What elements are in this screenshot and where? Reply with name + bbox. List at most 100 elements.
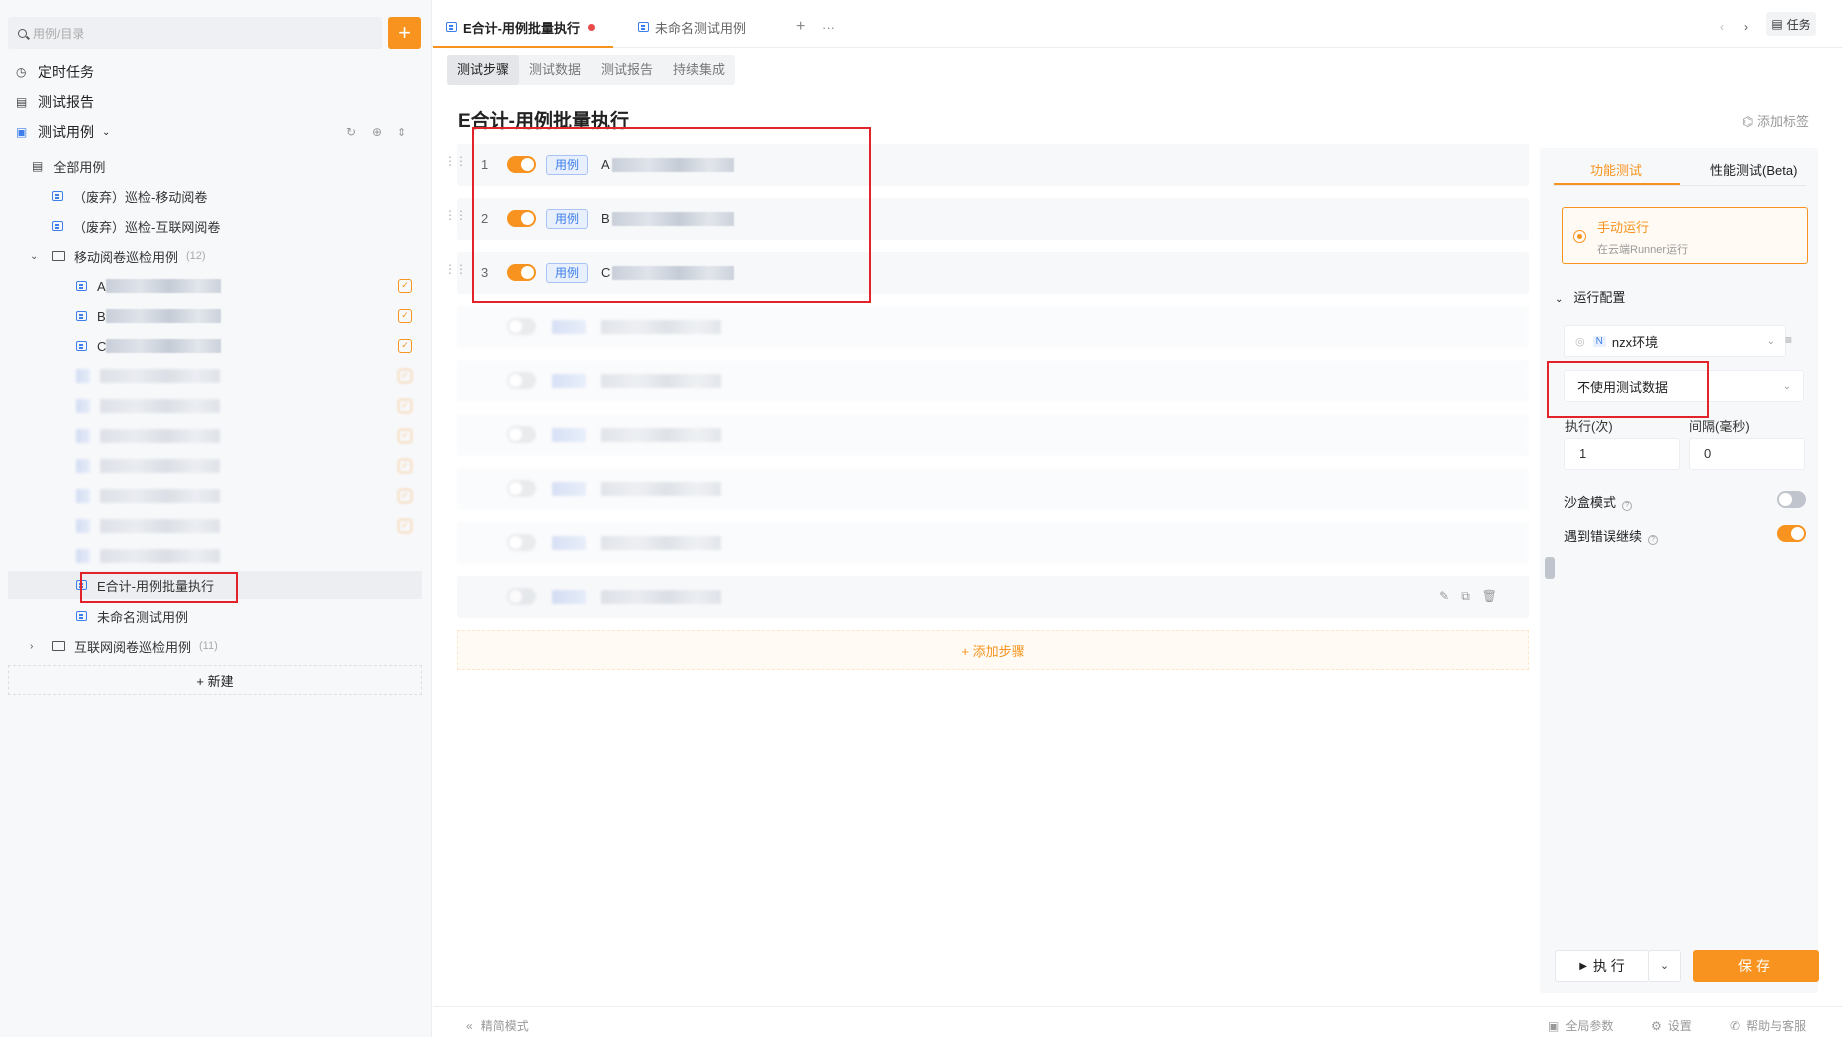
tab-label: E合计-用例批量执行 [463,20,581,36]
radio-selected[interactable] [1573,230,1586,243]
help-icon[interactable]: ? [1648,535,1659,545]
tree-item-a[interactable]: A ✓ [76,273,412,299]
edit-icon[interactable]: ✓ [398,429,412,443]
step-row-redacted[interactable] [457,306,1529,348]
tree-item-redacted[interactable]: ✓ [76,393,412,419]
tree-folder-web[interactable]: › 互联网阅卷巡检用例 (11) [30,633,218,659]
edit-icon[interactable]: ✓ [398,489,412,503]
row-actions: ✎⧉🗑 [1439,589,1509,604]
annotation-box [80,572,238,603]
continue-on-error-toggle[interactable] [1777,525,1806,542]
tree-label: A [97,278,106,294]
more-tabs-button[interactable]: ··· [822,14,835,40]
add-step-button[interactable]: + 添加步骤 [457,630,1529,670]
subtab-ci[interactable]: 持续集成 [663,55,735,85]
help-button[interactable]: ✆ 帮助与客服 [1730,1017,1806,1034]
tab-functional[interactable]: 功能测试 [1590,160,1642,179]
scroll-left-icon[interactable]: ‹ [1720,14,1724,40]
continue-on-error-row: 遇到错误继续? [1564,526,1659,545]
step-row-redacted[interactable]: ✎⧉🗑 [457,576,1529,618]
tree-item-redacted[interactable]: ✓ [76,423,412,449]
edit-icon[interactable]: ✓ [398,519,412,533]
delete-icon[interactable]: 🗑 [1482,589,1509,603]
simple-mode-button[interactable]: « 精简模式 [466,1017,529,1034]
tab-second[interactable]: 未命名测试用例 [638,14,746,40]
save-button[interactable]: 保存 [1693,950,1819,982]
edit-icon[interactable]: ✓ [398,309,412,323]
tree-item-deprecated-web[interactable]: （废弃）巡检-互联网阅卷 [52,213,220,239]
help-icon[interactable]: ? [1622,501,1633,511]
add-tag-button[interactable]: ⌬ 添加标签 [1742,111,1809,130]
chevron-right-icon[interactable]: › [30,641,44,652]
new-button[interactable]: + 新建 [8,665,422,695]
nav-test-reports[interactable]: ▤ 测试报告 [16,89,94,115]
tree-item-redacted[interactable] [76,543,412,569]
drag-handle-icon[interactable]: ⋮⋮ [444,263,467,275]
nav-scheduled-tasks[interactable]: ◷ 定时任务 [16,59,94,85]
search-input[interactable]: 用例/目录 [8,17,382,49]
task-icon: ▤ [1771,17,1783,31]
tree-folder-mobile[interactable]: ⌄ 移动阅卷巡检用例 (12) [30,243,206,269]
task-button[interactable]: ▤ 任务 [1766,12,1816,36]
tree-item-deprecated-mobile[interactable]: （废弃）巡检-移动阅卷 [52,183,207,209]
panel-collapse-handle[interactable] [1545,557,1555,579]
edit-icon[interactable]: ✓ [398,399,412,413]
edit-icon[interactable]: ✓ [398,369,412,383]
folder-open-icon [52,251,65,261]
manual-run-subtitle: 在云端Runner运行 [1597,244,1689,256]
drag-handle-icon[interactable]: ⋮⋮ [444,209,467,221]
subtab-report[interactable]: 测试报告 [591,55,663,85]
run-config-header[interactable]: ⌄ 运行配置 [1555,287,1625,306]
edit-icon[interactable]: ✓ [398,339,412,353]
edit-icon[interactable]: ✓ [398,459,412,473]
copy-icon[interactable]: ⧉ [1461,589,1482,603]
add-button[interactable]: + [388,17,421,49]
drag-handle-icon[interactable]: ⋮⋮ [444,155,467,167]
refresh-icon[interactable]: ↻ [346,125,356,139]
expand-collapse-icon[interactable]: ⇕ [397,126,406,139]
params-icon: ▣ [1548,1019,1560,1033]
run-options-dropdown[interactable]: ⌄ [1648,950,1681,982]
edit-icon[interactable]: ✓ [398,279,412,293]
step-row-redacted[interactable] [457,360,1529,402]
step-row-redacted[interactable] [457,468,1529,510]
tree-all-cases[interactable]: ▤ 全部用例 [32,153,105,179]
subtab-data[interactable]: 测试数据 [519,55,591,85]
subtab-steps[interactable]: 测试步骤 [447,55,520,85]
step-row-redacted[interactable] [457,522,1529,564]
chevron-down-icon: ⌄ [1782,380,1791,392]
global-params-button[interactable]: ▣ 全局参数 [1548,1017,1613,1034]
tree-item-unnamed[interactable]: 未命名测试用例 [76,603,188,629]
manual-run-option[interactable]: 手动运行 在云端Runner运行 [1562,207,1808,264]
tab-performance[interactable]: 性能测试(Beta) [1710,160,1797,179]
help-label: 帮助与客服 [1746,1019,1807,1033]
tree-item-c[interactable]: C ✓ [76,333,412,359]
tree-item-redacted[interactable]: ✓ [76,453,412,479]
tab-active[interactable]: E合计-用例批量执行 [446,14,596,40]
case-doc-icon [446,22,457,32]
interval-input[interactable]: 0 [1689,438,1805,470]
tree-label: 未命名测试用例 [97,609,189,625]
case-doc-icon [76,311,87,321]
chevron-down-icon[interactable]: ⌄ [102,127,110,138]
run-button[interactable]: ▶ 执 行 [1555,950,1649,982]
tree-item-redacted[interactable]: ✓ [76,483,412,509]
env-manage-icon[interactable]: ≡ [1785,333,1792,347]
edit-icon[interactable]: ✎ [1439,589,1461,603]
chevron-down-icon[interactable]: ⌄ [30,251,44,262]
tab-label: 未命名测试用例 [655,20,747,36]
tree-item-redacted[interactable]: ✓ [76,513,412,539]
locate-icon[interactable]: ⊕ [372,125,382,139]
nav-test-cases[interactable]: ▣ 测试用例 ⌄ ↻ ⊕ ⇕ [16,119,416,145]
settings-button[interactable]: ⚙ 设置 [1651,1017,1692,1034]
env-select[interactable]: ◎ Nnzx环境 ⌄ [1564,325,1786,357]
tree-label: （废弃）巡检-移动阅卷 [73,189,208,205]
tree-item-b[interactable]: B ✓ [76,303,412,329]
tree-item-redacted[interactable]: ✓ [76,363,412,389]
new-tab-button[interactable]: + [796,14,805,40]
exec-count-input[interactable]: 1 [1564,438,1680,470]
list-icon: ▤ [32,159,44,173]
scroll-right-icon[interactable]: › [1744,14,1748,40]
step-row-redacted[interactable] [457,414,1529,456]
sandbox-toggle[interactable] [1777,491,1806,508]
